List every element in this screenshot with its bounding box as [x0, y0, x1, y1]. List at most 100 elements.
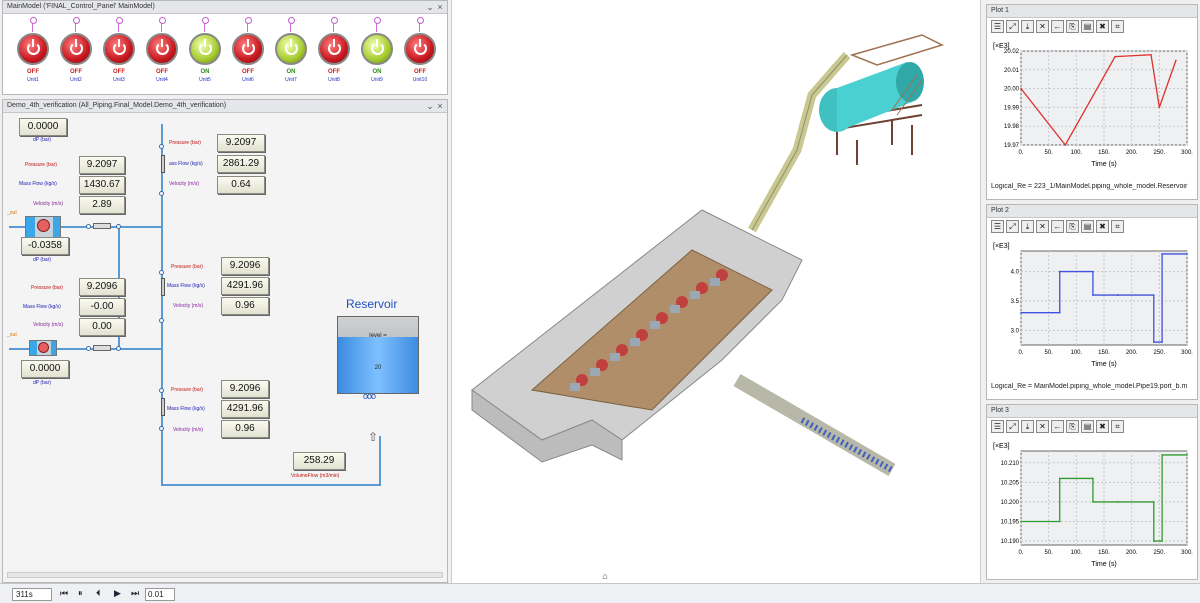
plot-point [1092, 294, 1094, 296]
lamp-unit: Unit6 [242, 77, 254, 83]
marker-icon[interactable]: ✕ [1036, 420, 1049, 433]
copy-icon[interactable]: ⎘ [1066, 20, 1079, 33]
power-icon[interactable] [361, 33, 393, 65]
x-tick-label: 250. [1153, 350, 1165, 356]
3d-model-viewport[interactable]: ⌂ [451, 0, 981, 583]
copy-icon[interactable]: ⎘ [1066, 420, 1079, 433]
plot-chart[interactable]: [×E3] 0. 50. 100. 150. 200. 250. 300. 10.210 10.2… [989, 439, 1195, 569]
y-tick-label: 10.205 [1001, 480, 1020, 486]
plot-point [1020, 311, 1022, 314]
layout-icon[interactable]: ▤ [1081, 20, 1094, 33]
lamp-state: OFF [242, 69, 254, 75]
chevron-down-icon[interactable]: ⌄ [425, 100, 435, 112]
x-tick-label: 300. [1181, 150, 1193, 156]
plot-point [1161, 454, 1163, 456]
power-icon[interactable] [103, 33, 135, 65]
skip-forward-button[interactable]: ⏭ [131, 588, 139, 599]
lamp-2[interactable]: OFF Unit2 [56, 17, 96, 89]
layout-icon[interactable]: ▤ [1081, 420, 1094, 433]
play-button[interactable]: ▶ [114, 588, 121, 599]
skip-back-button[interactable]: ⏮ [60, 588, 68, 599]
marker-icon[interactable]: ✕ [1036, 20, 1049, 33]
lamp-unit: Unit4 [156, 77, 168, 83]
clear-icon[interactable]: ✖ [1096, 420, 1109, 433]
marker-icon[interactable]: ✕ [1036, 220, 1049, 233]
layout-icon[interactable]: ▤ [1081, 220, 1094, 233]
export-icon[interactable]: ⤓ [1021, 220, 1034, 233]
lamp-9[interactable]: ON Unit9 [357, 17, 397, 89]
x-tick-label: 0. [1018, 350, 1023, 356]
piping-window-title: Demo_4th_verification (All_Piping.Final_… [3, 100, 447, 113]
grid-icon[interactable]: ⌗ [1111, 20, 1124, 33]
lamp-10[interactable]: OFF Unit10 [400, 17, 440, 89]
back-icon[interactable]: ← [1051, 220, 1064, 233]
export-icon[interactable]: ⤓ [1021, 20, 1034, 33]
power-icon[interactable] [275, 33, 307, 65]
x-tick-label: 100. [1070, 350, 1082, 356]
clear-icon[interactable]: ✖ [1096, 220, 1109, 233]
lamp-6[interactable]: OFF Unit6 [228, 17, 268, 89]
lamp-5[interactable]: ON Unit5 [185, 17, 225, 89]
chevron-down-icon[interactable]: ⌄ [425, 1, 435, 13]
grid-icon[interactable]: ⌗ [1111, 420, 1124, 433]
list-icon[interactable]: ☰ [991, 420, 1004, 433]
reservoir-tank[interactable]: level = 20 [337, 316, 419, 394]
power-icon[interactable] [404, 33, 436, 65]
plot-chart[interactable]: [×E3]0. 50. 100. 150. 200. 250. 300.20.0220.01… [989, 39, 1195, 169]
lamp-connector [202, 17, 209, 32]
return-arrow-icon: ⇧ [368, 430, 379, 444]
power-icon[interactable] [146, 33, 178, 65]
list-icon[interactable]: ☰ [991, 20, 1004, 33]
lamp-7[interactable]: ON Unit7 [271, 17, 311, 89]
x-tick-label: 150. [1098, 150, 1110, 156]
lamp-connector [159, 17, 166, 32]
pipe-node [116, 346, 121, 351]
plot-point [1153, 294, 1155, 296]
power-symbol-icon [70, 39, 83, 55]
tank-platform [849, 34, 945, 66]
power-icon[interactable] [189, 33, 221, 65]
lamp-state: OFF [70, 69, 82, 75]
plot-point [1064, 144, 1067, 146]
mass-flow-value: 1430.67 [79, 176, 125, 194]
pause-button[interactable]: ⏸ [78, 588, 83, 599]
lamp-1[interactable]: OFF Unit1 [13, 17, 53, 89]
y-tick-label: 4.0 [1011, 270, 1020, 276]
close-icon[interactable]: × [435, 100, 445, 112]
y-tick-label: 10.200 [1001, 500, 1020, 506]
lamp-3[interactable]: OFF Unit3 [99, 17, 139, 89]
lamp-unit: Unit5 [199, 77, 211, 83]
copy-icon[interactable]: ⎘ [1066, 220, 1079, 233]
y-tick-label: 10.195 [1001, 520, 1020, 526]
fit-icon[interactable]: ⤢ [1006, 220, 1019, 233]
fit-icon[interactable]: ⤢ [1006, 20, 1019, 33]
power-icon[interactable] [17, 33, 49, 65]
step-size-input[interactable]: 0.01 [145, 588, 175, 601]
pressure-label: Pressure (bar) [169, 140, 201, 146]
back-icon[interactable]: ← [1051, 20, 1064, 33]
power-icon[interactable] [232, 33, 264, 65]
step-back-button[interactable]: ⏴ [96, 588, 101, 599]
grid-icon[interactable]: ⌗ [1111, 220, 1124, 233]
power-icon[interactable] [318, 33, 350, 65]
lamp-8[interactable]: OFF Unit8 [314, 17, 354, 89]
plot-chart[interactable]: [×E3] 0. 50. 100. 150. 200. 250. 300. 4.0 3.5 3.0 T… [989, 239, 1195, 369]
pressure-value: 9.2096 [79, 278, 125, 296]
lamp-4[interactable]: OFF Unit4 [142, 17, 182, 89]
back-icon[interactable]: ← [1051, 420, 1064, 433]
y-tick-label: 20.01 [1004, 68, 1020, 74]
x-tick-label: 250. [1153, 550, 1165, 556]
h-scrollbar[interactable] [7, 572, 443, 578]
list-icon[interactable]: ☰ [991, 220, 1004, 233]
sensor-bracket-icon [161, 278, 165, 296]
plot-point [1150, 53, 1152, 56]
export-icon[interactable]: ⤓ [1021, 420, 1034, 433]
plot-point [1020, 520, 1022, 523]
x-tick-label: 150. [1098, 550, 1110, 556]
power-icon[interactable] [60, 33, 92, 65]
mass-flow-value: -0.00 [79, 298, 125, 316]
fit-icon[interactable]: ⤢ [1006, 420, 1019, 433]
volume-flow-label: VolumeFlow (m3/min) [291, 473, 340, 479]
close-icon[interactable]: × [435, 1, 445, 13]
clear-icon[interactable]: ✖ [1096, 20, 1109, 33]
